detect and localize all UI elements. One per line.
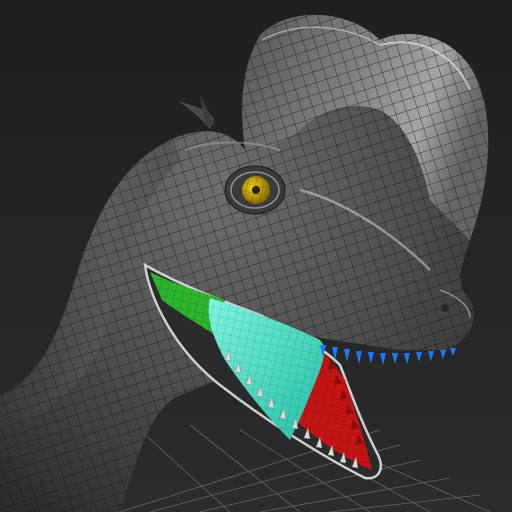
3d-viewport[interactable] xyxy=(0,0,512,512)
model-render xyxy=(0,0,512,512)
eye xyxy=(224,165,286,215)
